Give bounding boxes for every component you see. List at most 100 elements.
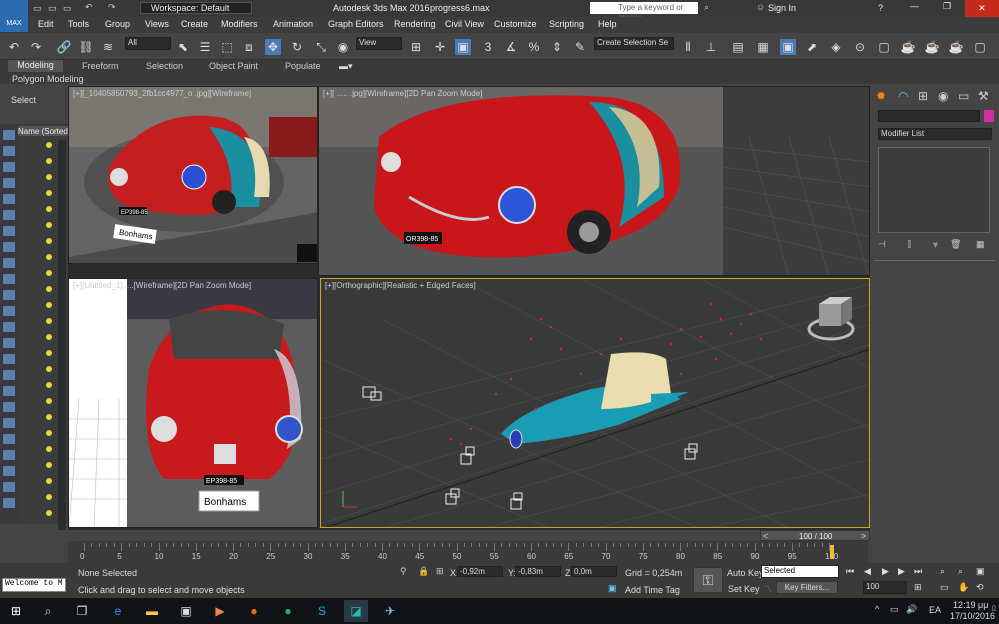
explorer-tool-icon[interactable]	[3, 274, 15, 284]
sign-in-button[interactable]: Sign In	[768, 3, 796, 13]
time-tag-icon[interactable]: ▣	[608, 583, 617, 594]
next-frame-icon[interactable]: ▶	[898, 566, 905, 577]
time-slider-prev-icon[interactable]: <	[763, 531, 768, 541]
menu-animation[interactable]: Animation	[273, 19, 313, 29]
explorer-tool-icon[interactable]	[3, 482, 15, 492]
edit-named-selection-icon[interactable]: ✎	[572, 39, 588, 55]
explorer-tool-icon[interactable]	[3, 306, 15, 316]
help-icon[interactable]: ?	[878, 3, 883, 13]
new-icon[interactable]: ▭	[33, 3, 42, 14]
pivot-icon[interactable]: ⊞	[408, 39, 424, 55]
explorer-tool-icon[interactable]	[3, 178, 15, 188]
select-manipulate-icon[interactable]: ✛	[432, 39, 448, 55]
track-bar[interactable]: 0510152025303540455055606570758085909510…	[68, 541, 868, 563]
orbit-icon[interactable]: ⟲	[976, 582, 984, 593]
maxscript-listener[interactable]: Welcome to M	[2, 578, 66, 592]
visibility-bulb-icon[interactable]	[46, 270, 52, 276]
menu-civil-view[interactable]: Civil View	[445, 19, 484, 29]
3dsmax-taskbar-icon[interactable]: ◪	[344, 600, 368, 622]
select-object-icon[interactable]: ⬉	[175, 39, 191, 55]
redo-icon[interactable]: ↷	[108, 2, 116, 13]
undo-icon[interactable]: ↶	[6, 39, 22, 55]
object-color-swatch[interactable]	[984, 110, 994, 122]
zoom-icon[interactable]: ⌕	[940, 566, 945, 577]
skype-icon[interactable]: S	[310, 600, 334, 622]
add-time-tag[interactable]: Add Time Tag	[625, 585, 680, 595]
visibility-bulb-icon[interactable]	[46, 222, 52, 228]
menu-rendering[interactable]: Rendering	[394, 19, 436, 29]
unlink-icon[interactable]: ⛓	[78, 39, 94, 55]
store-icon[interactable]: ▣	[174, 600, 198, 622]
modify-tab-icon[interactable]: ◠	[898, 89, 908, 103]
restore-icon[interactable]: ❐	[943, 1, 951, 12]
visibility-bulb-icon[interactable]	[46, 174, 52, 180]
explorer-tool-icon[interactable]	[3, 242, 15, 252]
create-tab-icon[interactable]: ✹	[876, 89, 886, 103]
make-unique-icon[interactable]: ⩔	[933, 239, 938, 250]
tray-chevron-icon[interactable]: ^	[875, 604, 879, 614]
firefox-icon[interactable]: ●	[242, 600, 266, 622]
key-filters-button[interactable]: Key Filters...	[776, 581, 838, 594]
windows-start-icon[interactable]: ⊞	[4, 600, 28, 622]
menu-group[interactable]: Group	[105, 19, 130, 29]
menu-customize[interactable]: Customize	[494, 19, 537, 29]
time-slider[interactable]: < 100 / 100 >	[760, 530, 870, 541]
file-explorer-icon[interactable]: ▬	[140, 600, 164, 622]
taskbar-search-icon[interactable]: ⌕	[36, 600, 60, 622]
explorer-tool-icon[interactable]	[3, 386, 15, 396]
play-icon[interactable]: ▶	[882, 566, 889, 577]
go-to-start-icon[interactable]: ⏮	[846, 566, 854, 577]
language-indicator[interactable]: EA	[929, 605, 941, 615]
workspace-dropdown[interactable]: Workspace: Default	[140, 2, 252, 14]
time-config-icon[interactable]: ⊞	[914, 582, 922, 593]
spotify-icon[interactable]: ●	[276, 600, 300, 622]
current-frame-field[interactable]: 100	[863, 581, 907, 594]
visibility-bulb-icon[interactable]	[46, 318, 52, 324]
open-icon[interactable]: ▭	[48, 3, 57, 14]
bind-space-warp-icon[interactable]: ≋	[100, 39, 116, 55]
network-icon[interactable]: ▭	[890, 604, 899, 615]
keyboard-shortcut-icon[interactable]: ▣	[455, 39, 471, 55]
menu-edit[interactable]: Edit	[38, 19, 54, 29]
visibility-bulb-icon[interactable]	[46, 302, 52, 308]
visibility-bulb-icon[interactable]	[46, 430, 52, 436]
menu-tools[interactable]: Tools	[68, 19, 89, 29]
render-setup-icon[interactable]: ⊙	[852, 39, 868, 55]
tab-modeling[interactable]: Modeling	[8, 60, 63, 72]
utilities-tab-icon[interactable]: ⚒	[978, 89, 989, 103]
polygon-modeling-label[interactable]: Polygon Modeling	[12, 74, 84, 84]
visibility-bulb-icon[interactable]	[46, 158, 52, 164]
move-icon[interactable]: ✥	[265, 39, 281, 55]
render-production-icon[interactable]: ☕	[900, 39, 916, 55]
app-logo[interactable]: MAX	[0, 0, 28, 32]
z-field[interactable]: 0,0m	[571, 566, 617, 577]
remove-modifier-icon[interactable]: 🗑	[950, 239, 961, 250]
visibility-bulb-icon[interactable]	[46, 238, 52, 244]
explorer-tool-icon[interactable]	[3, 162, 15, 172]
explorer-tool-icon[interactable]	[3, 370, 15, 380]
explorer-tool-icon[interactable]	[3, 402, 15, 412]
visibility-bulb-icon[interactable]	[46, 494, 52, 500]
explorer-tool-icon[interactable]	[3, 354, 15, 364]
angle-snap-icon[interactable]: ∡	[503, 39, 519, 55]
visibility-bulb-icon[interactable]	[46, 462, 52, 468]
viewport-tr-label[interactable]: [+][ ..... .jpg][Wireframe][2D Pan Zoom …	[323, 89, 482, 98]
zoom-extents-icon[interactable]: ▣	[976, 566, 985, 577]
explorer-tool-icon[interactable]	[3, 194, 15, 204]
rotate-icon[interactable]: ↻	[289, 39, 305, 55]
material-editor-icon[interactable]: ◈	[828, 39, 844, 55]
menu-graph-editors[interactable]: Graph Editors	[328, 19, 384, 29]
schematic-view-icon[interactable]: ⬈	[804, 39, 820, 55]
show-end-result-icon[interactable]: ⫿	[908, 239, 911, 250]
zoom-all-icon[interactable]: ⌕	[958, 566, 963, 577]
tab-populate[interactable]: Populate	[285, 61, 321, 71]
spinner-snap-icon[interactable]: ⇕	[549, 39, 565, 55]
redo-icon[interactable]: ↷	[28, 39, 44, 55]
save-icon[interactable]: ▭	[63, 3, 72, 14]
a360-icon[interactable]: ▢	[972, 39, 988, 55]
explorer-tool-icon[interactable]	[3, 338, 15, 348]
explorer-tool-icon[interactable]	[3, 130, 15, 140]
key-mode-icon[interactable]: 〽	[763, 582, 772, 595]
motion-tab-icon[interactable]: ◉	[938, 89, 948, 103]
menu-create[interactable]: Create	[181, 19, 208, 29]
